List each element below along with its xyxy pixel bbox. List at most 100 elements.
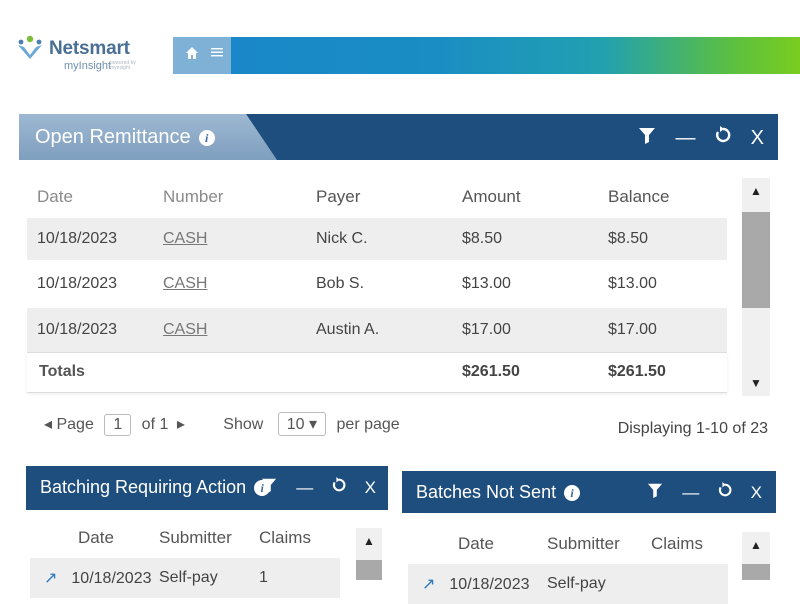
cell-submitter: Self-pay [547, 575, 606, 592]
column-header-date[interactable]: Date [30, 518, 158, 558]
prev-page-icon[interactable]: ◂ [44, 416, 52, 433]
cell-number-link[interactable]: CASH [162, 260, 315, 308]
table-row[interactable]: 10/18/2023 CASH Austin A. $17.00 $17.00 [27, 308, 727, 352]
home-icon[interactable] [185, 46, 199, 65]
cell-date-text: 10/18/2023 [71, 570, 152, 587]
remittance-table: Date Number Payer Amount Balance 10/18/2… [27, 176, 727, 393]
cell-claims [650, 564, 728, 604]
filter-icon[interactable] [647, 482, 663, 503]
refresh-icon[interactable] [715, 126, 731, 150]
close-icon[interactable]: X [751, 127, 764, 150]
table-header-row: Date Submitter Claims [408, 524, 728, 564]
chevron-down-icon: ▾ [309, 416, 318, 433]
cell-amount: $8.50 [462, 230, 503, 247]
batching-title: Batching Requiring Action [40, 477, 247, 497]
netsmart-logo-icon [18, 35, 42, 59]
per-page-value: 10 [286, 416, 305, 433]
cell-amount: $13.00 [462, 275, 511, 292]
table-header-row: Date Submitter Claims [30, 518, 340, 558]
minimize-icon[interactable]: — [676, 127, 696, 150]
close-icon[interactable]: X [751, 483, 762, 503]
brand-name: Netsmart [49, 38, 130, 59]
column-header-payer[interactable]: Payer [315, 176, 461, 218]
batching-header: Batching Requiring Action i — X [26, 466, 388, 510]
top-nav-bar [173, 37, 800, 74]
table-header-row: Date Number Payer Amount Balance [27, 176, 727, 218]
scroll-thumb[interactable] [356, 560, 382, 580]
table-scrollbar[interactable]: ▲ ▼ [742, 178, 770, 396]
cell-date: ↗ 10/18/2023 [30, 558, 158, 598]
panel-tools: — X [624, 126, 764, 150]
cell-balance: $13.00 [608, 275, 657, 292]
not-sent-scrollbar[interactable]: ▲ [742, 532, 770, 580]
panel-title: Open Remittance i [35, 126, 215, 149]
page-number-input[interactable]: 1 [104, 414, 132, 436]
column-header-amount[interactable]: Amount [461, 176, 607, 218]
column-header-submitter[interactable]: Submitter [546, 524, 650, 564]
refresh-icon[interactable] [718, 482, 732, 503]
cell-balance: $8.50 [608, 230, 649, 247]
external-link-icon[interactable]: ↗ [44, 570, 57, 587]
cell-date-text: 10/18/2023 [449, 576, 530, 593]
panel-title: Batches Not Sent i [416, 482, 581, 503]
cell-date: 10/18/2023 [37, 230, 118, 247]
cell-amount: $17.00 [462, 320, 511, 338]
minimize-icon[interactable]: — [296, 478, 313, 498]
cell-number-link[interactable]: CASH [162, 308, 315, 352]
refresh-icon[interactable] [332, 477, 346, 498]
close-icon[interactable]: X [365, 478, 376, 498]
column-header-date[interactable]: Date [27, 176, 162, 218]
not-sent-title: Batches Not Sent [416, 482, 557, 502]
cell-date: 10/18/2023 [37, 320, 118, 338]
scroll-down-arrow-icon[interactable]: ▼ [742, 376, 770, 390]
scroll-up-arrow-icon[interactable]: ▲ [742, 184, 770, 198]
per-page-label: per page [336, 416, 400, 433]
batching-scrollbar[interactable]: ▲ [356, 528, 382, 580]
scroll-up-arrow-icon[interactable]: ▲ [356, 534, 382, 548]
filter-icon[interactable] [638, 126, 656, 150]
table-row[interactable]: 10/18/2023 CASH Bob S. $13.00 $13.00 [27, 260, 727, 308]
show-label: Show [223, 416, 264, 433]
column-header-date[interactable]: Date [408, 524, 546, 564]
cell-date: ↗ 10/18/2023 [408, 564, 546, 604]
totals-label: Totals [39, 363, 85, 380]
info-icon[interactable]: i [564, 485, 581, 502]
batching-table: Date Submitter Claims ↗ 10/18/2023 Self-p… [30, 518, 340, 598]
scroll-up-arrow-icon[interactable]: ▲ [742, 538, 770, 552]
column-header-claims[interactable]: Claims [258, 518, 340, 558]
column-header-number[interactable]: Number [162, 176, 315, 218]
menu-icon[interactable] [211, 45, 223, 61]
open-remittance-title: Open Remittance [35, 126, 191, 148]
displaying-count: Displaying 1-10 of 23 [617, 420, 768, 437]
panel-title: Batching Requiring Action i [40, 477, 271, 498]
scroll-thumb[interactable] [742, 212, 770, 308]
not-sent-header: Batches Not Sent i — X [402, 471, 776, 513]
table-row[interactable]: ↗ 10/18/2023 Self-pay 1 [30, 558, 340, 598]
page-label: Page [56, 416, 94, 433]
filter-icon[interactable] [261, 477, 277, 498]
cell-payer: Nick C. [316, 230, 368, 247]
scroll-thumb[interactable] [742, 564, 770, 580]
column-header-submitter[interactable]: Submitter [158, 518, 258, 558]
column-header-balance[interactable]: Balance [607, 176, 727, 218]
per-page-select[interactable]: 10 ▾ [277, 412, 327, 436]
cell-number-link[interactable]: CASH [162, 218, 315, 260]
minimize-icon[interactable]: — [682, 483, 699, 503]
open-remittance-body: Date Number Payer Amount Balance 10/18/2… [19, 160, 778, 400]
open-remittance-header: Open Remittance i — X [19, 114, 778, 160]
netsmart-logo: Netsmart myInsight powered by mynsight [14, 34, 154, 78]
column-header-claims[interactable]: Claims [650, 524, 728, 564]
cell-submitter: Self-pay [159, 569, 218, 586]
panel-tools: — X [633, 482, 762, 503]
not-sent-table: Date Submitter Claims ↗ 10/18/2023 Self-p… [408, 524, 728, 604]
external-link-icon[interactable]: ↗ [422, 576, 435, 593]
info-icon[interactable]: i [198, 129, 215, 146]
table-row[interactable]: ↗ 10/18/2023 Self-pay [408, 564, 728, 604]
brand-tagline: powered by mynsight [110, 60, 136, 71]
cell-date: 10/18/2023 [37, 275, 118, 292]
product-name: myInsight [64, 60, 112, 72]
table-row[interactable]: 10/18/2023 CASH Nick C. $8.50 $8.50 [27, 218, 727, 260]
next-page-icon[interactable]: ▸ [177, 416, 185, 433]
cell-payer: Austin A. [316, 320, 380, 338]
cell-balance: $17.00 [608, 320, 657, 338]
